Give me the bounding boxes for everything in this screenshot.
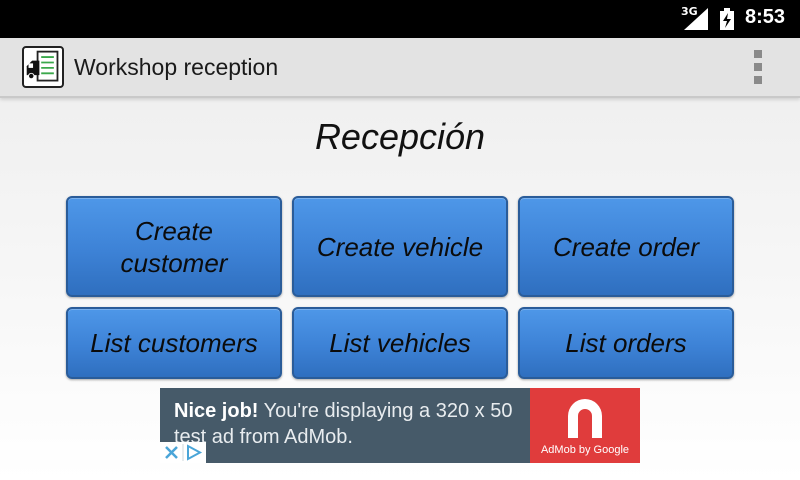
- ad-text: Nice job! You're displaying a 320 x 50 t…: [174, 398, 534, 450]
- list-orders-button[interactable]: List orders: [518, 307, 734, 379]
- signal-icon: [684, 8, 708, 30]
- adchoices-icon[interactable]: [160, 442, 206, 463]
- car-checklist-icon: [22, 46, 64, 88]
- create-order-button[interactable]: Create order: [518, 196, 734, 297]
- battery-icon: [720, 8, 734, 30]
- admob-brand-label: AdMob by Google: [540, 444, 630, 456]
- list-customers-button[interactable]: List customers: [66, 307, 282, 379]
- create-customer-button[interactable]: Create customer: [66, 196, 282, 297]
- ad-headline: Nice job!: [174, 400, 259, 422]
- admob-icon: [568, 399, 602, 438]
- page-title: Recepción: [314, 116, 486, 157]
- status-bar: 3G 8:53: [0, 0, 800, 38]
- clock: 8:53: [745, 6, 786, 28]
- menu-dot: [754, 50, 762, 58]
- overflow-menu-icon[interactable]: [750, 50, 766, 84]
- action-bar: Workshop reception: [0, 38, 800, 98]
- create-vehicle-button[interactable]: Create vehicle: [292, 196, 508, 297]
- app-title: Workshop reception: [74, 54, 279, 80]
- admob-logo: AdMob by Google: [530, 388, 640, 463]
- menu-dot: [754, 63, 762, 71]
- list-vehicles-button[interactable]: List vehicles: [292, 307, 508, 379]
- menu-dot: [754, 76, 762, 84]
- ad-banner[interactable]: Nice job! You're displaying a 320 x 50 t…: [160, 388, 640, 463]
